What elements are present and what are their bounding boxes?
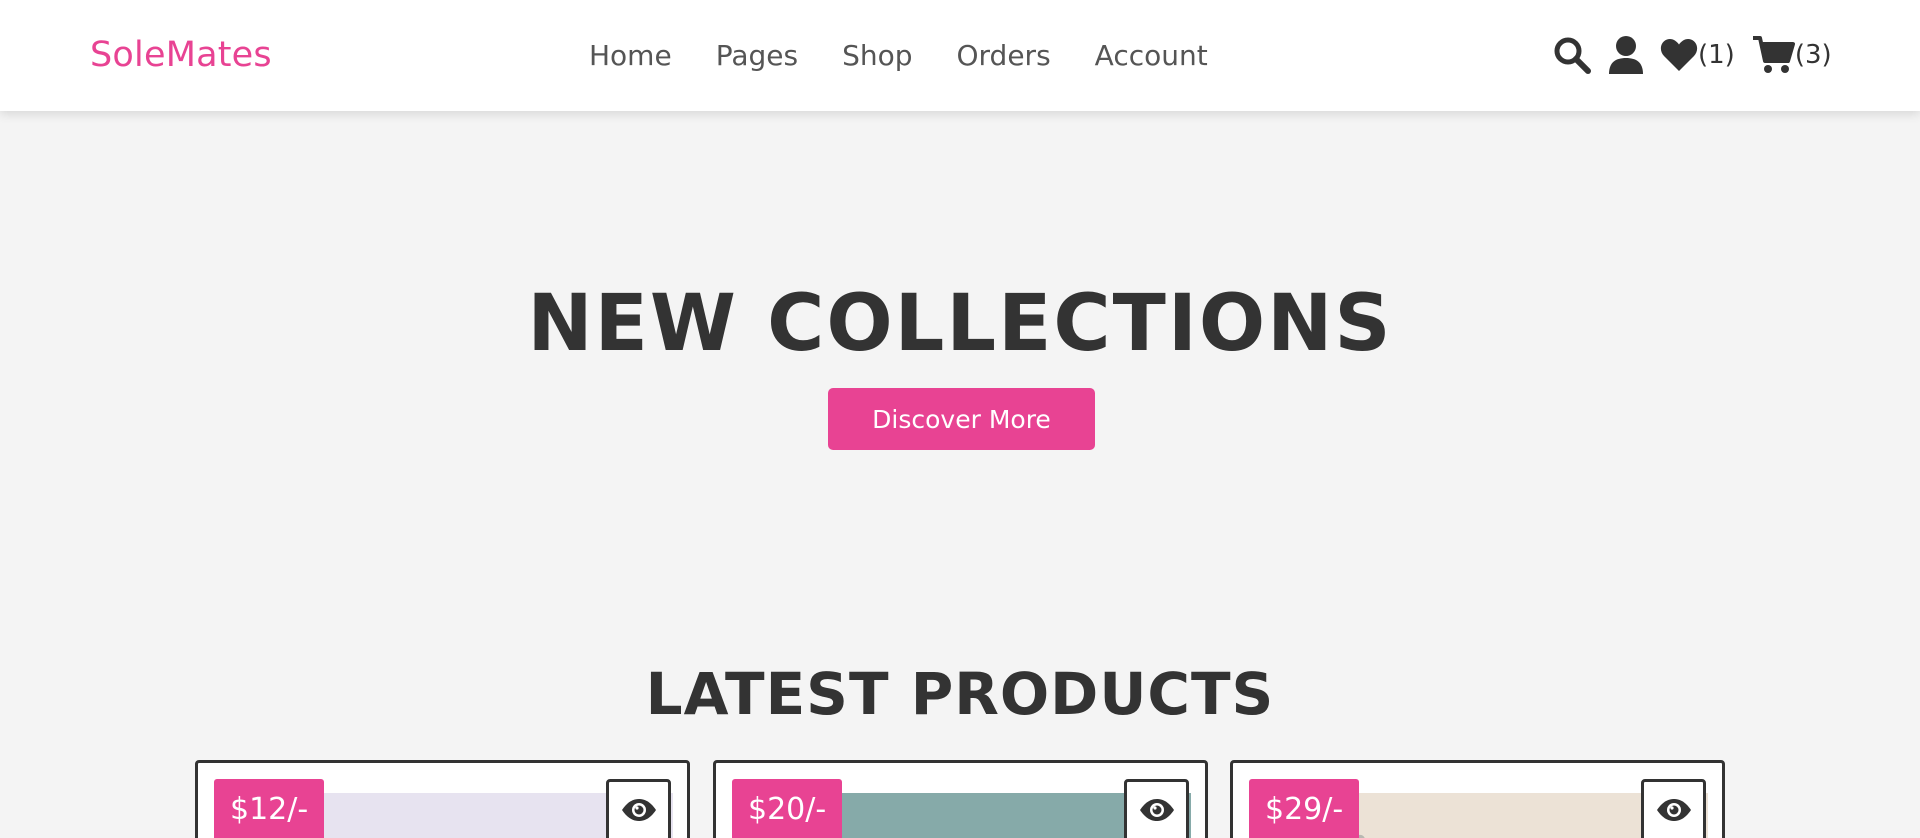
nav-account[interactable]: Account — [1095, 38, 1208, 74]
quick-view-button[interactable] — [606, 779, 671, 838]
search-button[interactable] — [1552, 35, 1592, 75]
product-price: $29/- — [1249, 779, 1360, 838]
account-button[interactable] — [1608, 35, 1644, 75]
product-card[interactable]: $12/- — [195, 760, 690, 838]
eye-icon — [1139, 798, 1175, 826]
product-card[interactable]: $29/- — [1230, 760, 1725, 838]
product-price: $12/- — [214, 779, 325, 838]
nav-pages[interactable]: Pages — [716, 38, 798, 74]
eye-icon — [1656, 798, 1692, 826]
hero-title: NEW COLLECTIONS — [527, 279, 1393, 369]
section-title: LATEST PRODUCTS — [645, 660, 1275, 728]
discover-more-button[interactable]: Discover More — [828, 388, 1095, 450]
search-icon — [1552, 35, 1592, 75]
user-icon — [1608, 35, 1644, 75]
wishlist-count: (1) — [1698, 40, 1735, 70]
main-nav: Home Pages Shop Orders Account — [589, 38, 1208, 74]
heart-icon — [1660, 37, 1698, 73]
nav-orders[interactable]: Orders — [957, 38, 1051, 74]
cart-count: (3) — [1794, 40, 1832, 70]
cart-button[interactable]: (3) — [1752, 35, 1832, 75]
quick-view-button[interactable] — [1641, 779, 1706, 838]
eye-icon — [621, 798, 657, 826]
wishlist-button[interactable]: (1) — [1660, 37, 1735, 73]
quick-view-button[interactable] — [1124, 779, 1189, 838]
product-price: $20/- — [732, 779, 843, 838]
site-header: SoleMates Home Pages Shop Orders Account — [0, 0, 1920, 111]
nav-home[interactable]: Home — [589, 38, 672, 74]
header-icons: (1) (3) — [1552, 32, 1832, 78]
logo[interactable]: SoleMates — [90, 33, 272, 77]
cart-icon — [1752, 35, 1795, 75]
product-card[interactable]: $20/- — [713, 760, 1208, 838]
nav-shop[interactable]: Shop — [842, 38, 912, 74]
